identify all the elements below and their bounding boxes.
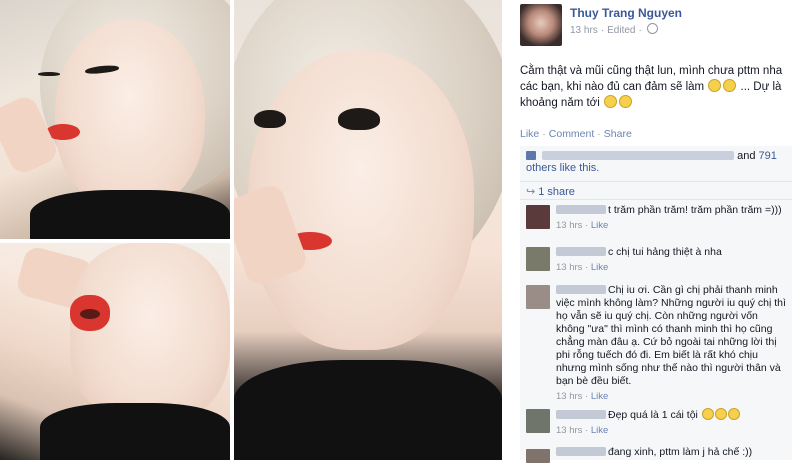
commenter-avatar[interactable]: [526, 205, 550, 229]
eye-shape: [38, 72, 60, 76]
photo-bottom-left[interactable]: [0, 243, 230, 460]
commenter-avatar[interactable]: [526, 449, 550, 463]
post-text: Cằm thật và mũi cũng thật lun, mình chưa…: [520, 64, 786, 111]
face-shape: [55, 20, 205, 210]
comment-time[interactable]: 13 hrs: [556, 425, 582, 436]
emoticon-icon: [714, 408, 727, 420]
shares-label[interactable]: 1 share: [538, 186, 575, 198]
mouth-shape: [80, 309, 100, 319]
comment-like-link[interactable]: Like: [591, 391, 608, 402]
photo-main[interactable]: [234, 0, 502, 460]
comment-time[interactable]: 13 hrs: [556, 391, 582, 402]
commenter-name[interactable]: [556, 247, 606, 256]
shares-summary[interactable]: ↪ 1 share: [520, 182, 792, 200]
likes-summary: and 791 others like this.: [520, 146, 792, 182]
like-link[interactable]: Like: [520, 128, 539, 140]
comment-like-link[interactable]: Like: [591, 262, 608, 273]
eye-shape: [338, 108, 380, 130]
comment-item: t trăm phần trăm! trăm phần trăm =))) 13…: [520, 200, 792, 243]
comment-like-link[interactable]: Like: [591, 425, 608, 436]
emoticon-icon: [603, 95, 617, 108]
emoticon-icon: [723, 79, 737, 92]
likes-count[interactable]: 791: [759, 150, 777, 162]
share-arrow-icon: ↪: [526, 186, 536, 198]
globe-icon[interactable]: [646, 23, 658, 34]
comment-item: c chị tui hảng thiệt à nha 13 hrs · Like: [520, 242, 792, 281]
post-time[interactable]: 13 hrs: [570, 25, 598, 36]
likes-others[interactable]: others like this.: [526, 162, 599, 174]
post-meta: 13 hrs · Edited ·: [570, 23, 658, 36]
commenter-name[interactable]: [556, 285, 606, 294]
author-name[interactable]: Thuy Trang Nguyen: [570, 6, 682, 20]
comment-item: Chị iu ơi. Cần gì chị phải thanh minh vi…: [520, 280, 792, 405]
clothing-shape: [40, 403, 230, 460]
clothing-shape: [30, 190, 230, 239]
comment-like-link[interactable]: Like: [591, 220, 608, 231]
likes-and: and: [737, 150, 756, 162]
commenter-name[interactable]: [556, 447, 606, 456]
comment-text: c chị tui hảng thiệt à nha: [608, 246, 722, 258]
redacted-names: [542, 151, 735, 160]
emoticon-icon: [701, 408, 714, 420]
commenter-avatar[interactable]: [526, 409, 550, 433]
emoticon-icon: [708, 79, 722, 92]
comment-item: Đẹp quá là 1 cái tội 13 hrs · Like: [520, 404, 792, 445]
clothing-shape: [234, 360, 502, 460]
photo-collage: [0, 0, 502, 460]
author-avatar[interactable]: [520, 4, 562, 46]
commenter-name[interactable]: [556, 205, 606, 214]
commenter-name[interactable]: [556, 410, 606, 419]
comment-text: đang xinh, pttm làm j hả chế :)): [608, 446, 753, 458]
commenter-avatar[interactable]: [526, 247, 550, 271]
facebook-post: Thuy Trang Nguyen 13 hrs · Edited · Cằm thậ…: [506, 0, 800, 463]
commenter-avatar[interactable]: [526, 285, 550, 309]
edited-label[interactable]: Edited: [607, 25, 635, 36]
share-link[interactable]: Share: [604, 128, 632, 140]
emoticon-icon: [727, 408, 740, 420]
comment-text: Chị iu ơi. Cần gì chị phải thanh minh vi…: [556, 284, 786, 387]
face-shape: [70, 243, 230, 423]
comment-item: đang xinh, pttm làm j hả chế :)): [520, 444, 792, 463]
comment-time[interactable]: 13 hrs: [556, 262, 582, 273]
comment-text: t trăm phần trăm! trăm phần trăm =))): [608, 204, 782, 216]
post-actions: Like · Comment · Share: [520, 128, 632, 140]
eye-shape: [254, 110, 286, 128]
photo-top-left[interactable]: [0, 0, 230, 239]
thumbs-up-icon: [526, 151, 536, 160]
emoticon-icon: [618, 95, 632, 108]
comment-link[interactable]: Comment: [549, 128, 595, 140]
comment-time[interactable]: 13 hrs: [556, 220, 582, 231]
comment-text: Đẹp quá là 1 cái tội: [608, 409, 698, 421]
